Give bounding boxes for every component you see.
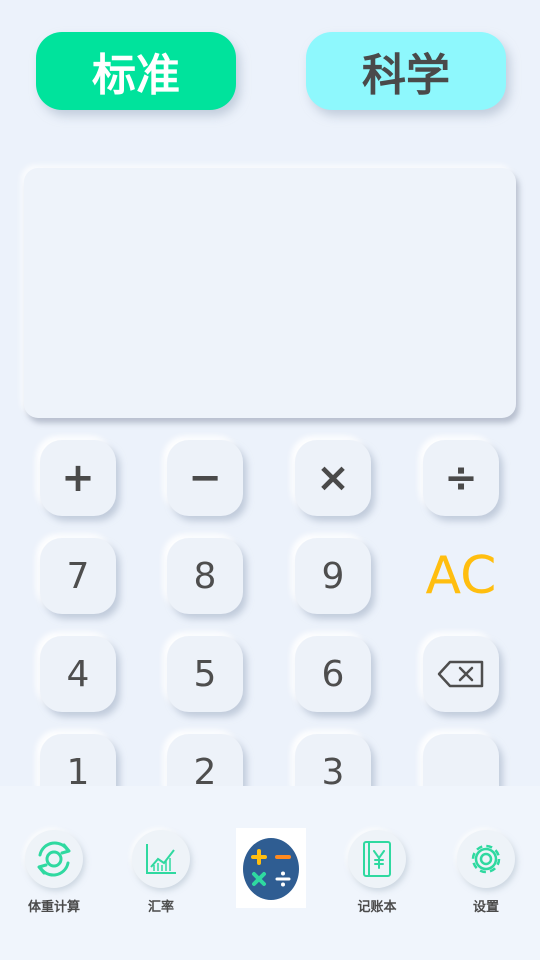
nav-bmi-button[interactable]: [25, 830, 83, 888]
key-8[interactable]: 8: [167, 538, 243, 614]
tab-scientific[interactable]: 科学: [306, 32, 506, 110]
nav-exchange-button[interactable]: [132, 830, 190, 888]
divide-key-label: ÷: [444, 455, 478, 501]
multiply-key[interactable]: ×: [295, 440, 371, 516]
gear-icon: [471, 844, 501, 874]
ac-key[interactable]: AC: [411, 538, 511, 614]
yen-book-icon: [363, 841, 391, 877]
nav-ledger-label: 记账本: [357, 900, 397, 915]
multiply-key-label: ×: [316, 455, 350, 501]
chart-icon: [146, 844, 176, 874]
tab-standard[interactable]: 标准: [36, 32, 236, 110]
nav-settings-button[interactable]: [457, 830, 515, 888]
backspace-icon: [437, 660, 484, 688]
tab-scientific-label: 科学: [362, 50, 450, 101]
key-7-label: 7: [66, 555, 90, 597]
calculator-icon: [243, 838, 299, 900]
plus-key[interactable]: +: [40, 440, 116, 516]
divide-key[interactable]: ÷: [423, 440, 499, 516]
key-5-label: 5: [193, 653, 217, 695]
nav-settings-label: 设置: [472, 900, 499, 915]
minus-key-label: −: [188, 455, 222, 501]
key-7[interactable]: 7: [40, 538, 116, 614]
key-4[interactable]: 4: [40, 636, 116, 712]
key-6-label: 6: [321, 653, 345, 695]
nav-bmi-label: 体重计算: [27, 900, 80, 915]
key-8-label: 8: [193, 555, 217, 597]
nav-exchange-label: 汇率: [147, 900, 174, 915]
key-5[interactable]: 5: [167, 636, 243, 712]
minus-key[interactable]: −: [167, 440, 243, 516]
tab-standard-label: 标准: [92, 50, 180, 101]
key-9-label: 9: [321, 555, 345, 597]
backspace-key[interactable]: [423, 636, 499, 712]
nav-item-settings[interactable]: 设置: [441, 830, 531, 915]
ac-key-label: AC: [425, 546, 497, 606]
nav-ledger-button[interactable]: [348, 830, 406, 888]
nav-item-bmi[interactable]: 体重计算: [9, 830, 99, 915]
nav-item-exchange[interactable]: 汇率: [116, 830, 206, 915]
plus-key-label: +: [61, 455, 95, 501]
nav-item-ledger[interactable]: 记账本: [332, 830, 422, 915]
calculator-display: [24, 168, 516, 418]
key-6[interactable]: 6: [295, 636, 371, 712]
refresh-circle-icon: [37, 841, 71, 877]
key-4-label: 4: [66, 653, 90, 695]
key-9[interactable]: 9: [295, 538, 371, 614]
nav-item-calculator[interactable]: [236, 828, 306, 908]
bottom-nav: 体重计算 汇率 记账本 设置: [0, 786, 540, 960]
